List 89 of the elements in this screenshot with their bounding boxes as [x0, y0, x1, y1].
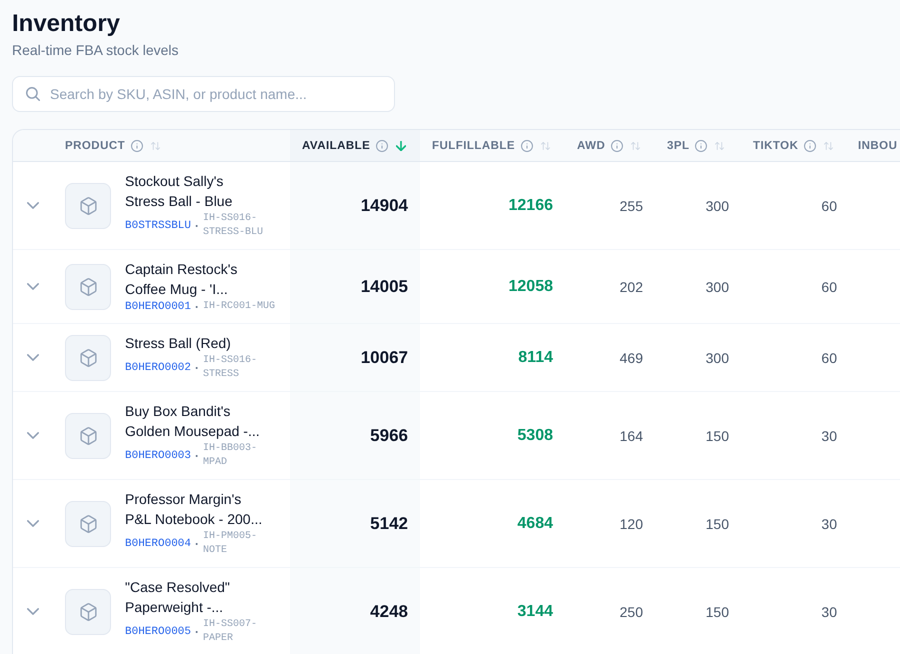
- info-icon[interactable]: [611, 140, 624, 152]
- stock-quantity: 30: [821, 514, 837, 534]
- search-field[interactable]: Search by SKU, ASIN, or product name...: [12, 76, 395, 112]
- sku-text: IH-PM005-NOTE: [203, 530, 258, 558]
- chevron-down-icon[interactable]: [27, 202, 39, 209]
- stock-quantity: 60: [821, 348, 837, 368]
- separator: ·: [195, 300, 200, 314]
- fulfillable-quantity: 4684: [517, 514, 553, 534]
- asin-link[interactable]: B0STRSSBLU: [125, 219, 192, 233]
- info-icon[interactable]: [131, 140, 144, 152]
- chevron-down-icon[interactable]: [27, 608, 39, 615]
- column-header[interactable]: PRODUCT: [65, 138, 126, 154]
- search-icon: [26, 87, 40, 101]
- stock-quantity: 150: [706, 426, 729, 446]
- box-icon: [65, 182, 111, 228]
- available-quantity: 5966: [370, 424, 408, 446]
- asin-link[interactable]: B0HERO0001: [125, 300, 192, 314]
- stock-quantity: 164: [620, 426, 643, 446]
- separator: ·: [195, 219, 200, 233]
- sku-text: IH-BB003-MPAD: [203, 442, 258, 470]
- chevron-down-icon[interactable]: [27, 432, 39, 439]
- available-quantity: 14005: [360, 276, 408, 298]
- separator: ·: [195, 625, 200, 639]
- info-icon[interactable]: [521, 140, 533, 152]
- box-icon: [65, 264, 111, 310]
- info-icon[interactable]: [695, 140, 708, 152]
- stock-quantity: 255: [620, 196, 643, 216]
- sort-icon[interactable]: [631, 140, 640, 150]
- page-title: Inventory: [12, 9, 120, 39]
- stock-quantity: 300: [706, 348, 729, 368]
- separator: ·: [195, 537, 200, 551]
- product-name: Buy Box Bandit's Golden Mousepad -...: [125, 402, 261, 441]
- chevron-down-icon[interactable]: [27, 283, 39, 290]
- fulfillable-quantity: 3144: [517, 602, 553, 622]
- stock-quantity: 202: [620, 278, 643, 296]
- box-icon: [65, 500, 111, 546]
- separator: ·: [195, 449, 200, 463]
- sku-text: IH-SS007-PAPER: [203, 618, 258, 646]
- page-subtitle: Real-time FBA stock levels: [12, 41, 178, 60]
- fulfillable-quantity: 5308: [517, 426, 553, 446]
- arrow-down-icon[interactable]: [396, 140, 406, 150]
- asin-link[interactable]: B0HERO0005: [125, 625, 192, 639]
- box-icon: [65, 334, 111, 380]
- column-header[interactable]: 3PL: [667, 138, 690, 154]
- stock-quantity: 300: [706, 196, 729, 216]
- column-header[interactable]: AWD: [577, 138, 606, 154]
- stock-quantity: 300: [706, 278, 729, 296]
- asin-link[interactable]: B0HERO0002: [125, 361, 192, 375]
- sort-icon[interactable]: [715, 140, 724, 150]
- column-header[interactable]: TIKTOK: [753, 138, 798, 154]
- available-quantity: 10067: [360, 346, 408, 368]
- sort-icon[interactable]: [151, 140, 160, 150]
- product-name: Stockout Sally's Stress Ball - Blue: [125, 172, 234, 211]
- sku-text: IH-RC001-MUG: [203, 300, 276, 314]
- chevron-down-icon[interactable]: [27, 520, 39, 527]
- stock-quantity: 150: [706, 602, 729, 622]
- stock-quantity: 60: [821, 278, 837, 296]
- stock-quantity: 120: [620, 514, 643, 534]
- product-name: Professor Margin's P&L Notebook - 200...: [125, 490, 264, 529]
- box-icon: [65, 588, 111, 634]
- sku-text: IH-SS016-STRESS: [203, 354, 258, 382]
- info-icon[interactable]: [376, 140, 388, 152]
- sort-icon[interactable]: [824, 140, 834, 150]
- column-header[interactable]: FULFILLABLE: [432, 138, 515, 154]
- stock-quantity: 150: [706, 514, 729, 534]
- fulfillable-quantity: 8114: [518, 348, 553, 368]
- stock-quantity: 250: [620, 602, 643, 622]
- stock-quantity: 469: [620, 348, 643, 368]
- sort-icon[interactable]: [541, 140, 550, 150]
- stock-quantity: 30: [821, 602, 837, 622]
- chevron-down-icon[interactable]: [27, 354, 39, 361]
- available-quantity: 14904: [360, 194, 408, 216]
- stock-quantity: 60: [821, 196, 837, 216]
- product-name: Captain Restock's Coffee Mug - 'I...: [125, 260, 238, 299]
- column-header[interactable]: AVAILABLE: [302, 138, 370, 154]
- asin-link[interactable]: B0HERO0003: [125, 449, 192, 463]
- info-icon[interactable]: [804, 140, 816, 152]
- product-name: "Case Resolved" Paperweight -...: [125, 578, 231, 617]
- separator: ·: [195, 361, 200, 375]
- fulfillable-quantity: 12166: [508, 196, 553, 216]
- asin-link[interactable]: B0HERO0004: [125, 537, 192, 551]
- column-header[interactable]: INBOU: [858, 138, 898, 154]
- sku-text: IH-SS016-STRESS-BLU: [203, 212, 264, 240]
- box-icon: [65, 412, 111, 458]
- product-name: Stress Ball (Red): [125, 334, 232, 353]
- available-quantity: 5142: [370, 512, 408, 534]
- stock-quantity: 30: [821, 426, 837, 446]
- available-quantity: 4248: [370, 600, 408, 622]
- fulfillable-quantity: 12058: [508, 276, 553, 296]
